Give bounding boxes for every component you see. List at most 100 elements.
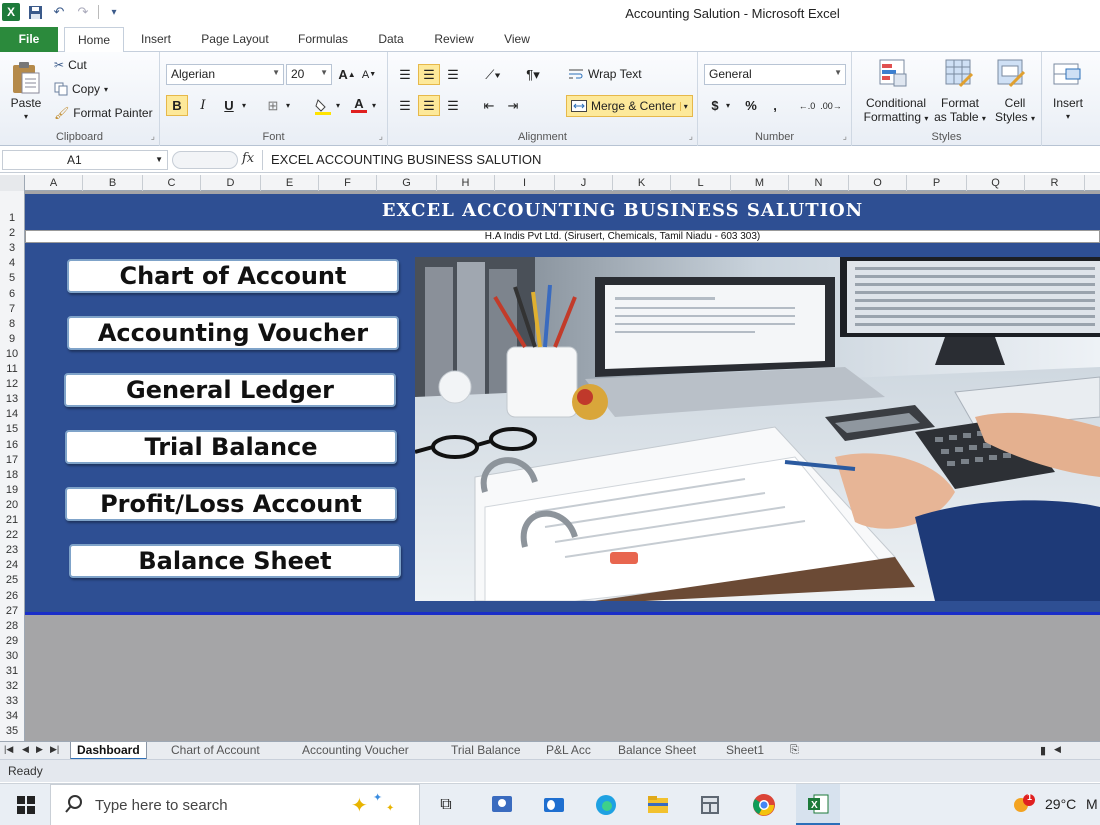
shrink-font-icon[interactable]: A ▼ bbox=[358, 64, 380, 85]
currency-dropdown-icon[interactable]: ▾ bbox=[722, 95, 734, 116]
row-header[interactable]: 14 bbox=[0, 408, 24, 420]
column-header[interactable]: J bbox=[555, 175, 613, 191]
formula-input[interactable]: EXCEL ACCOUNTING BUSINESS SALUTION bbox=[262, 150, 1098, 170]
merge-dropdown-icon[interactable]: ▾ bbox=[679, 101, 688, 111]
row-header[interactable]: 12 bbox=[0, 378, 24, 390]
italic-button[interactable]: I bbox=[192, 95, 214, 116]
fill-color-dropdown-icon[interactable]: ▾ bbox=[332, 95, 344, 116]
name-box[interactable]: A1 ▼ bbox=[2, 150, 168, 170]
row-header[interactable]: 24 bbox=[0, 559, 24, 571]
tab-view[interactable]: View bbox=[497, 27, 537, 52]
calculator-taskbar-icon[interactable] bbox=[696, 792, 724, 818]
windows-start-icon[interactable] bbox=[12, 792, 40, 818]
column-header[interactable]: N bbox=[789, 175, 849, 191]
row-header[interactable]: 10 bbox=[0, 348, 24, 360]
scroll-left-icon[interactable]: ◀ bbox=[1054, 744, 1061, 755]
row-header[interactable]: 13 bbox=[0, 393, 24, 405]
sheet-tab-balance-sheet[interactable]: Balance Sheet bbox=[612, 742, 702, 760]
align-middle-icon[interactable]: ☰ bbox=[418, 64, 440, 85]
tab-page-layout[interactable]: Page Layout bbox=[195, 27, 275, 52]
paste-icon[interactable] bbox=[8, 58, 44, 98]
row-header[interactable]: 3 bbox=[0, 242, 24, 254]
row-header[interactable]: 32 bbox=[0, 680, 24, 692]
paste-button[interactable]: Paste bbox=[6, 96, 46, 110]
accounting-voucher-button[interactable]: Accounting Voucher bbox=[67, 316, 399, 350]
cut-button[interactable]: ✂ Cut bbox=[54, 58, 87, 72]
fill-color-icon[interactable] bbox=[312, 95, 334, 116]
row-header[interactable]: 17 bbox=[0, 454, 24, 466]
orientation-icon[interactable]: ⟋▾ bbox=[478, 64, 508, 85]
decrease-decimal-icon[interactable]: .00→ bbox=[820, 95, 842, 116]
cell-styles-button[interactable]: Cell Styles ▾ bbox=[992, 96, 1038, 126]
sheet-tab-accounting-voucher[interactable]: Accounting Voucher bbox=[296, 742, 415, 760]
underline-button[interactable]: U bbox=[218, 95, 240, 116]
tab-insert[interactable]: Insert bbox=[134, 27, 178, 52]
format-painter-button[interactable]: 🖌 Format Painter bbox=[54, 106, 153, 120]
outlook-icon[interactable] bbox=[540, 792, 568, 818]
cell-styles-icon[interactable] bbox=[996, 58, 1026, 88]
column-header[interactable]: Q bbox=[967, 175, 1025, 191]
balance-sheet-button[interactable]: Balance Sheet bbox=[69, 544, 401, 578]
row-header[interactable]: 20 bbox=[0, 499, 24, 511]
align-left-icon[interactable]: ☰ bbox=[394, 95, 416, 116]
column-header[interactable]: H bbox=[437, 175, 495, 191]
column-header[interactable]: M bbox=[731, 175, 789, 191]
increase-indent-icon[interactable]: ⇥ bbox=[502, 95, 524, 116]
tab-data[interactable]: Data bbox=[372, 27, 410, 52]
grow-font-icon[interactable]: A ▲ bbox=[336, 64, 358, 85]
tab-file[interactable]: File bbox=[0, 27, 58, 52]
copy-button[interactable]: Copy ▾ bbox=[54, 82, 108, 96]
weather-icon[interactable]: 1 bbox=[1010, 792, 1038, 818]
general-ledger-button[interactable]: General Ledger bbox=[64, 373, 396, 407]
column-header[interactable]: C bbox=[143, 175, 201, 191]
taskbar-search-box[interactable]: Type here to search ✦ ✦ ✦ bbox=[50, 784, 420, 825]
profit-loss-account-button[interactable]: Profit/Loss Account bbox=[65, 487, 397, 521]
sheet-tab-pl-acc[interactable]: P&L Acc bbox=[540, 742, 597, 760]
column-header[interactable]: I bbox=[495, 175, 555, 191]
sheet-tab-chart-of-account[interactable]: Chart of Account bbox=[165, 742, 266, 760]
increase-decimal-icon[interactable]: ←.0 bbox=[796, 95, 818, 116]
row-header[interactable]: 30 bbox=[0, 650, 24, 662]
borders-dropdown-icon[interactable]: ▾ bbox=[282, 95, 294, 116]
underline-dropdown-icon[interactable]: ▾ bbox=[238, 95, 250, 116]
last-sheet-icon[interactable]: ▶| bbox=[50, 744, 59, 755]
borders-icon[interactable]: ⊞ bbox=[262, 95, 284, 116]
row-header[interactable]: 11 bbox=[0, 363, 24, 375]
row-header[interactable]: 7 bbox=[0, 303, 24, 315]
chart-of-account-button[interactable]: Chart of Account bbox=[67, 259, 399, 293]
format-as-table-icon[interactable] bbox=[944, 58, 974, 88]
font-launcher-icon[interactable]: ⌟ bbox=[379, 131, 383, 142]
sheet-tab-sheet1[interactable]: Sheet1 bbox=[720, 742, 770, 760]
row-header[interactable]: 23 bbox=[0, 544, 24, 556]
format-as-table-button[interactable]: Format as Table ▾ bbox=[930, 96, 990, 126]
align-top-icon[interactable]: ☰ bbox=[394, 64, 416, 85]
row-header[interactable]: 26 bbox=[0, 590, 24, 602]
column-header[interactable]: L bbox=[671, 175, 731, 191]
row-header[interactable]: 28 bbox=[0, 620, 24, 632]
font-size-select[interactable]: 20 ▼ bbox=[286, 64, 332, 85]
edge-browser-icon[interactable] bbox=[592, 792, 620, 818]
row-header[interactable]: 4 bbox=[0, 257, 24, 269]
text-direction-icon[interactable]: ¶▾ bbox=[518, 64, 548, 85]
row-header[interactable]: 18 bbox=[0, 469, 24, 481]
column-header[interactable]: D bbox=[201, 175, 261, 191]
column-header[interactable]: R bbox=[1025, 175, 1085, 191]
row-header[interactable]: 2 bbox=[0, 227, 24, 239]
conditional-formatting-button[interactable]: Conditional Formatting ▾ bbox=[856, 96, 936, 126]
number-launcher-icon[interactable]: ⌟ bbox=[843, 131, 847, 142]
insert-function-icon[interactable]: fx bbox=[242, 151, 254, 166]
next-sheet-icon[interactable]: ▶ bbox=[36, 744, 43, 755]
row-header[interactable]: 1 bbox=[0, 212, 24, 224]
insert-cells-button[interactable]: Insert bbox=[1046, 96, 1090, 110]
conditional-formatting-icon[interactable] bbox=[878, 58, 908, 88]
column-header[interactable]: O bbox=[849, 175, 907, 191]
formula-bar-expander[interactable] bbox=[172, 151, 238, 169]
worksheet-area[interactable]: EXCEL ACCOUNTING BUSINESS SALUTION H.A I… bbox=[25, 191, 1100, 741]
align-center-icon[interactable]: ☰ bbox=[418, 95, 440, 116]
percent-button[interactable]: % bbox=[740, 95, 762, 116]
row-header[interactable]: 27 bbox=[0, 605, 24, 617]
column-header[interactable]: P bbox=[907, 175, 967, 191]
wrap-text-button[interactable]: Wrap Text bbox=[568, 67, 642, 81]
column-header[interactable]: G bbox=[377, 175, 437, 191]
row-header[interactable]: 29 bbox=[0, 635, 24, 647]
